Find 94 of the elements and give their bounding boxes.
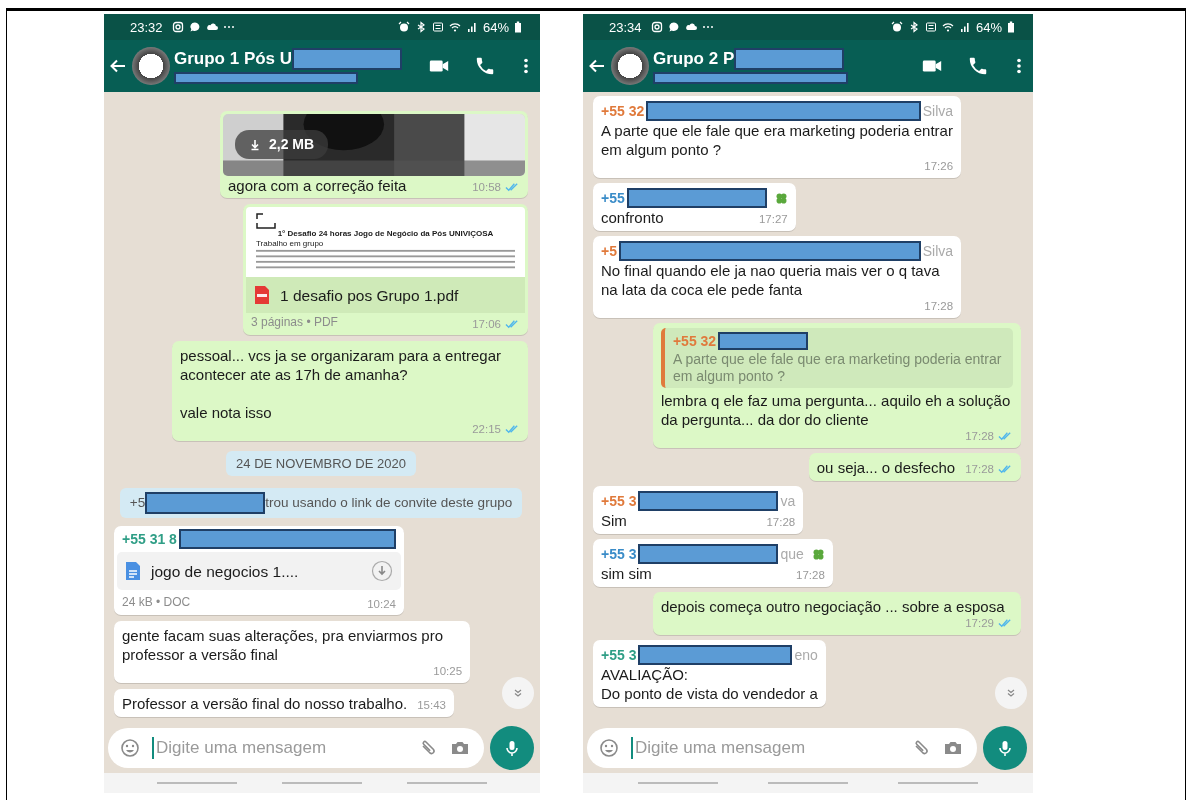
sender-number: +55 3 [601,544,637,564]
message-text: gente facam suas alterações, pra enviarmos pro professor a versão final [122,626,444,664]
cloud-icon [684,21,697,33]
message-time: 17:29 [965,616,994,631]
message-text: pessoal... vcs ja se organizaram para a entregar acontecer ate as 17h de amanha? vale nota isso [179,346,502,422]
preview-subheading: Trabalho em grupo [256,239,325,249]
message-time: 17:28 [965,429,994,444]
message-text: A parte que ele fale que era marketing poderia entrar em algum ponto ? [601,121,954,159]
message-text: agora com a correção feita [228,176,407,195]
signal-icon [465,21,478,33]
file-meta: 24 kB • DOC [122,594,192,611]
battery-icon [514,21,522,33]
signal-icon [958,21,971,33]
system-text: +5 [129,494,146,510]
phone-call-icon[interactable] [967,55,989,77]
message-input[interactable]: Digite uma mensagem [631,737,899,759]
group-avatar[interactable] [132,47,170,85]
camera-glyph-icon [650,21,663,33]
sender-number: +5 [601,241,617,261]
emoji-icon[interactable] [599,738,619,758]
battery-icon [1007,21,1015,33]
chat-bubble-icon [188,21,201,33]
logo-bracket-icon [256,213,276,229]
group-name[interactable]: Grupo 2 P [653,49,735,69]
chat-bubble-icon [667,21,680,33]
preview-heading: 1° Desafio 24 horas Jogo de Negócio da Pós UNIVIÇOSA [276,229,495,239]
message-text: Professor a versão final do nosso trabalho. [122,694,408,713]
microphone-button[interactable] [983,726,1027,770]
camera-glyph-icon [171,21,184,33]
message-time: 17:28 [924,299,954,314]
message-time: 15:43 [417,698,446,713]
alarm-icon [890,21,903,33]
message-input[interactable]: Digite uma mensagem [152,737,406,759]
message-time: 17:27 [758,212,788,227]
sender-number: +55 [601,188,625,208]
message-text: No final quando ele ja nao queria mais ver o q tava na lata da coca ele pede fanta [601,261,941,299]
message-field[interactable]: Digite uma mensagem [587,728,977,768]
status-time: 23:34 [609,19,642,35]
sender-name: va [780,491,796,511]
message-text: confronto [601,208,664,227]
sender-number: +55 31 8 [122,529,177,549]
status-time: 23:32 [130,19,163,35]
double-chevron-down-icon [1005,687,1017,699]
battery-percentage: 64% [975,19,1002,35]
message-text: ou seja... o desfecho [816,458,956,477]
document-file-icon [125,561,141,581]
sender-name: Silva [922,101,954,121]
battery-percentage: 64% [482,19,509,35]
message-time: 22:15 [472,422,501,437]
message-time: 10:58 [472,180,501,195]
message-time: 17:28 [766,515,796,530]
file-name: 1 desafio pos Grupo 1.pdf [280,285,460,305]
phone-call-icon[interactable] [474,55,496,77]
wifi-icon [941,21,954,33]
microphone-button[interactable] [490,726,534,770]
wifi-icon [448,21,461,33]
sender-number: +55 32 [601,101,645,121]
sender-number: +55 32 [672,332,717,350]
download-icon [249,138,261,151]
message-text: AVALIAÇÃO: Do ponto de vista do vendedor a [601,665,818,703]
group-name[interactable]: Grupo 1 Pós U [174,49,293,69]
sender-number: +55 3 [601,491,637,511]
message-text: Sim [601,511,627,530]
file-meta: 3 páginas • PDF [251,314,339,331]
message-text: lembra q ele faz uma pergunta... aquilo eh a solução da pergunta... da dor do cliente [660,391,1012,429]
message-time: 10:24 [367,597,396,612]
file-attachment[interactable]: 1 desafio pos Grupo 1.pdf [246,277,525,313]
download-pill[interactable]: 2,2 MB [235,130,329,159]
sender-name: Silva [922,241,954,261]
document-preview[interactable]: 1° Desafio 24 horas Jogo de Negócio da Pós UNIVIÇOSA Trabalho em grupo [246,207,525,277]
group-avatar[interactable] [611,47,649,85]
message-time: 10:25 [433,664,463,679]
file-name: jogo de negocios 1.... [151,561,300,581]
sender-name: que [780,544,804,564]
quoted-text: A parte que ele fale que era marketing poderia entrar em algum ponto ? [672,351,1003,385]
file-size: 2,2 MB [269,135,315,154]
message-text: sim sim [601,564,652,583]
download-icon[interactable] [371,560,393,582]
sender-name: eno [794,645,818,665]
message-text: depois começa outro negociação ... sobre a esposa [660,597,1005,616]
message-time: 17:26 [924,159,954,174]
sender-number: +55 3 [601,645,637,665]
cloud-icon [205,21,218,33]
double-chevron-down-icon [512,687,524,699]
message-time: 17:28 [965,462,994,477]
pdf-file-icon [254,285,270,305]
file-attachment[interactable]: jogo de negocios 1.... [117,552,401,590]
date-chip: 24 DE NOVEMBRO DE 2020 [226,451,416,476]
message-time: 17:28 [796,568,825,583]
system-text: trou usando o link de convite deste grupo [265,494,513,510]
message-field[interactable]: Digite uma mensagem [108,728,484,768]
emoji-icon[interactable] [120,738,140,758]
alarm-icon [397,21,410,33]
message-time: 17:06 [472,317,501,332]
